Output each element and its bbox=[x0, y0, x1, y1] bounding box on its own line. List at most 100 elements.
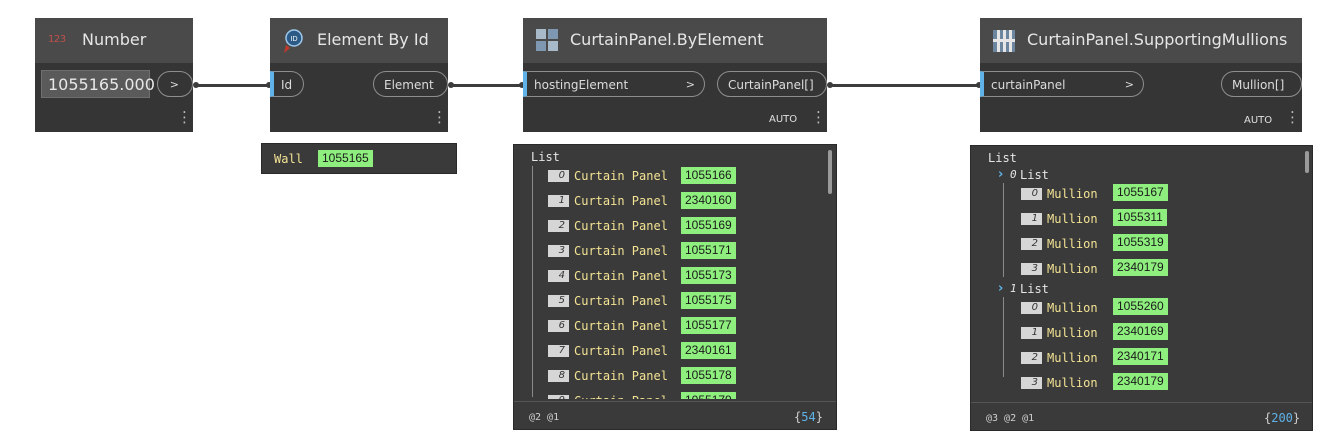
chevron-right-icon[interactable]: › bbox=[998, 167, 1003, 182]
list-item[interactable]: 4 Curtain Panel 1055173 bbox=[514, 267, 824, 287]
count-value: 200 bbox=[1271, 411, 1293, 425]
list-item[interactable]: 3 Mullion 2340179 bbox=[971, 259, 1301, 279]
list-viewport[interactable]: › 0 List 0 Mullion 1055167 1 Mullion 1055311 2 Mul… bbox=[971, 146, 1301, 400]
sublist-label: List bbox=[1020, 168, 1049, 182]
list-index: 8 bbox=[548, 370, 569, 382]
list-item[interactable]: 6 Curtain Panel 1055177 bbox=[514, 317, 824, 337]
list-levels: @3 @2 @1 bbox=[986, 413, 1035, 424]
sublist-index: 1 bbox=[1010, 282, 1017, 295]
item-label: Mullion bbox=[1047, 187, 1098, 201]
sublist-index: 0 bbox=[1010, 168, 1017, 181]
chevron-right-icon[interactable]: › bbox=[998, 281, 1003, 296]
list-levels: @2 @1 bbox=[529, 412, 560, 423]
element-id-icon-text: ID bbox=[291, 36, 298, 43]
number-node[interactable]: 123 Number 1055165.000 > ⋮ bbox=[35, 18, 193, 132]
list-index: 9 bbox=[548, 395, 569, 399]
curtainpanel-input-port[interactable]: curtainPanel > bbox=[980, 71, 1144, 97]
hostingelement-input-port[interactable]: hostingElement > bbox=[523, 71, 705, 97]
chevron-right-icon: > bbox=[685, 78, 695, 91]
number-output-port[interactable]: > bbox=[157, 71, 193, 97]
list-item[interactable]: 1 Mullion 1055311 bbox=[971, 209, 1301, 229]
number-icon: 123 bbox=[48, 34, 66, 45]
chevron-right-icon: > bbox=[169, 78, 179, 91]
item-value: 1055179 bbox=[681, 392, 736, 399]
list-item[interactable]: 3 Curtain Panel 1055171 bbox=[514, 242, 824, 262]
list-item[interactable]: 7 Curtain Panel 2340161 bbox=[514, 342, 824, 362]
lacing-label[interactable]: AUTO bbox=[1244, 115, 1272, 126]
list-index: 0 bbox=[1021, 302, 1042, 314]
mullion-output-port[interactable]: Mullion[] bbox=[1221, 71, 1302, 97]
list-item[interactable]: 2 Mullion 2340171 bbox=[971, 348, 1301, 368]
more-options-icon[interactable]: ⋮ bbox=[432, 110, 447, 125]
port-label: Mullion[] bbox=[1232, 78, 1285, 92]
list-index: 4 bbox=[548, 270, 569, 282]
item-value: 2340179 bbox=[1113, 259, 1168, 276]
mullion-preview[interactable]: List › 0 List 0 Mullion 1055167 1 Mullion 105531… bbox=[970, 145, 1313, 431]
element-preview-bubble[interactable]: Wall 1055165 bbox=[261, 143, 457, 174]
list-index: 2 bbox=[548, 220, 569, 232]
sublist-header[interactable]: › 0 List bbox=[971, 167, 1171, 183]
list-index: 3 bbox=[548, 245, 569, 257]
item-value: 1055260 bbox=[1113, 298, 1168, 315]
id-input-port[interactable]: Id bbox=[270, 71, 304, 97]
wire-end-dot bbox=[193, 82, 199, 88]
item-label: Mullion bbox=[1047, 237, 1098, 251]
wire-end-dot bbox=[827, 82, 833, 88]
mullion-icon bbox=[993, 30, 1015, 52]
item-value: 1055177 bbox=[681, 317, 736, 334]
item-label: Mullion bbox=[1047, 262, 1098, 276]
supportingmullions-node[interactable]: CurtainPanel.SupportingMullions curtainP… bbox=[980, 18, 1302, 132]
item-label: Curtain Panel bbox=[574, 394, 668, 399]
number-value-input[interactable]: 1055165.000 bbox=[41, 70, 155, 98]
count-value: 54 bbox=[801, 410, 816, 424]
item-label: Curtain Panel bbox=[574, 269, 668, 283]
more-options-icon[interactable]: ⋮ bbox=[811, 110, 826, 125]
curtainpanel-preview[interactable]: List 0 Curtain Panel 1055166 1 Curtain Panel… bbox=[513, 144, 837, 430]
curtainpanel-output-port[interactable]: CurtainPanel[] bbox=[717, 71, 827, 97]
element-type-label: Wall bbox=[274, 152, 303, 166]
footer-divider bbox=[971, 402, 1312, 403]
list-item[interactable]: 0 Curtain Panel 1055166 bbox=[514, 167, 824, 187]
curtainpanel-byelement-node[interactable]: CurtainPanel.ByElement hostingElement > … bbox=[523, 18, 827, 132]
node-header[interactable]: ID Element By Id bbox=[270, 18, 448, 63]
list-item[interactable]: 1 Curtain Panel 2340160 bbox=[514, 192, 824, 212]
item-label: Curtain Panel bbox=[574, 244, 668, 258]
list-index: 2 bbox=[1021, 352, 1042, 364]
list-item[interactable]: 5 Curtain Panel 1055175 bbox=[514, 292, 824, 312]
list-index: 1 bbox=[1021, 213, 1042, 225]
more-options-icon[interactable]: ⋮ bbox=[177, 110, 192, 125]
lacing-label[interactable]: AUTO bbox=[769, 114, 797, 125]
item-label: Curtain Panel bbox=[574, 344, 668, 358]
chevron-right-icon: > bbox=[1124, 78, 1134, 91]
element-by-id-node[interactable]: ID Element By Id Id Element ⋮ bbox=[270, 18, 448, 132]
node-header[interactable]: 123 Number bbox=[35, 18, 193, 63]
count-brace-close: } bbox=[1292, 411, 1301, 425]
item-value: 1055178 bbox=[681, 367, 736, 384]
item-value: 1055167 bbox=[1113, 184, 1168, 201]
list-item[interactable]: 8 Curtain Panel 1055178 bbox=[514, 367, 824, 387]
port-label: curtainPanel bbox=[991, 78, 1066, 92]
item-label: Mullion bbox=[1047, 326, 1098, 340]
list-item[interactable]: 2 Curtain Panel 1055169 bbox=[514, 217, 824, 237]
list-item[interactable]: 1 Mullion 2340169 bbox=[971, 323, 1301, 343]
list-index: 2 bbox=[1021, 238, 1042, 250]
list-viewport[interactable]: 0 Curtain Panel 1055166 1 Curtain Panel 23401… bbox=[514, 145, 824, 399]
list-item[interactable]: 3 Mullion 2340179 bbox=[971, 373, 1301, 393]
item-value: 1055171 bbox=[681, 242, 736, 259]
list-index: 6 bbox=[548, 320, 569, 332]
node-header[interactable]: CurtainPanel.ByElement bbox=[523, 18, 827, 63]
item-label: Curtain Panel bbox=[574, 294, 668, 308]
list-item[interactable]: 0 Mullion 1055167 bbox=[971, 184, 1301, 204]
element-output-port[interactable]: Element bbox=[373, 71, 448, 97]
list-item[interactable]: 2 Mullion 1055319 bbox=[971, 234, 1301, 254]
scrollbar-thumb[interactable] bbox=[1305, 151, 1309, 173]
more-options-icon[interactable]: ⋮ bbox=[1285, 110, 1300, 125]
footer-divider bbox=[514, 401, 836, 402]
item-count: {200} bbox=[1264, 411, 1300, 425]
element-id-value: 1055165 bbox=[318, 150, 373, 167]
list-item[interactable]: 0 Mullion 1055260 bbox=[971, 298, 1301, 318]
list-item[interactable]: 9 Curtain Panel 1055179 bbox=[514, 392, 824, 399]
node-header[interactable]: CurtainPanel.SupportingMullions bbox=[980, 18, 1302, 63]
scrollbar-thumb[interactable] bbox=[828, 150, 832, 194]
sublist-header[interactable]: › 1 List bbox=[971, 281, 1171, 297]
